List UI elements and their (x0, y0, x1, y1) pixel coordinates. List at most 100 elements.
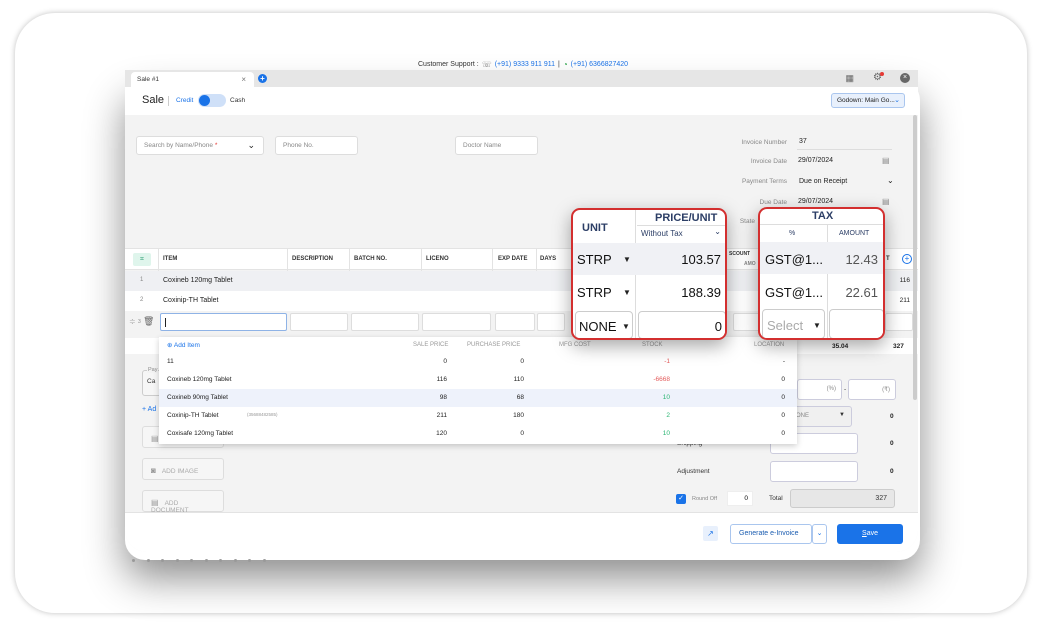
liceno-input[interactable] (422, 313, 491, 331)
calendar-icon[interactable]: ▤ (882, 156, 890, 165)
close-window-icon[interactable]: × (900, 73, 910, 83)
godown-select[interactable]: Godown: Main Go... ⌄ (831, 93, 905, 108)
due-date-value[interactable]: 29/07/2024 (798, 198, 833, 205)
tax-value: 0 (890, 413, 894, 420)
dropdown-item[interactable]: Coxinip-TH Tablet (35688482585) 211 180 2 0 (159, 407, 797, 425)
calculator-icon[interactable]: ▦ (845, 73, 854, 84)
column-divider (349, 249, 350, 271)
settings-gear-icon[interactable]: ⚙ (873, 72, 884, 83)
tab-sale-1[interactable]: Sale #1 × (131, 72, 254, 87)
invoice-number-value[interactable]: 37 (799, 138, 807, 145)
payment-terms-value[interactable]: Due on Receipt (799, 178, 847, 185)
add-column-icon[interactable]: + (902, 254, 912, 264)
close-tab-icon[interactable]: × (241, 75, 246, 84)
add-document-button[interactable]: ▤ ADD DOCUMENT (142, 490, 224, 514)
add-item-link[interactable]: ⊕ Add Item (167, 341, 200, 349)
round-off-checkbox[interactable]: ✓ (676, 494, 686, 504)
total-label: Total (769, 495, 783, 502)
price-value[interactable]: 103.57 (681, 252, 721, 267)
save-button[interactable]: Save (837, 524, 903, 544)
tax-rate-select[interactable]: Select ▼ (762, 309, 825, 338)
unit-value[interactable]: STRP (577, 285, 612, 300)
credit-cash-toggle[interactable] (198, 94, 226, 107)
tax-rate[interactable]: GST@1... (765, 285, 823, 300)
calendar-icon[interactable]: ▤ (882, 197, 890, 206)
add-tab-button[interactable]: + (258, 74, 267, 83)
dropdown-item[interactable]: Coxisafe 120mg Tablet 120 0 10 0 (159, 425, 797, 443)
caret-down-icon: ▼ (623, 255, 631, 264)
rupee-suffix: (₹) (882, 387, 890, 393)
add-image-button[interactable]: ◙ ADD IMAGE (142, 458, 224, 480)
drag-handle-icon[interactable]: ≑ (129, 317, 136, 326)
exp-date-input[interactable] (495, 313, 535, 331)
row-item: Coxinip-TH Tablet (163, 297, 219, 304)
discount-percent-input[interactable]: (%) (797, 379, 842, 400)
row-item: Coxineb 120mg Tablet (163, 277, 233, 284)
customer-search-input[interactable]: Search by Name/Phone * ⌄ (136, 136, 264, 155)
invoice-number-label: Invoice Number (741, 139, 787, 146)
dropdown-item[interactable]: Coxineb 120mg Tablet 116 110 -6668 0 (159, 371, 797, 389)
column-divider (635, 210, 636, 338)
vertical-scrollbar[interactable] (913, 115, 917, 400)
unit-select[interactable]: NONE ▼ (575, 311, 633, 338)
stock-value: 10 (662, 394, 670, 401)
chevron-down-icon: ⌄ (887, 176, 894, 185)
doctor-name-input[interactable]: Doctor Name (455, 136, 538, 155)
add-payment-link[interactable]: + Ad (142, 406, 156, 413)
price-value[interactable]: 188.39 (681, 285, 721, 300)
tax-select[interactable]: ONE ▼ (790, 406, 852, 427)
trend-chart-icon[interactable]: ↗ (703, 526, 718, 541)
barcode-scan-icon[interactable]: ⌗ (133, 253, 151, 266)
batch-input[interactable] (351, 313, 419, 331)
header-discount: SCOUNT (729, 251, 751, 257)
tax-amount-input[interactable] (829, 309, 883, 338)
dropdown-item[interactable]: Coxineb 90mg Tablet 98 68 10 0 (159, 389, 797, 407)
tax-rate[interactable]: GST@1... (765, 252, 823, 267)
tab-label: Sale #1 (137, 76, 160, 83)
item-search-input[interactable] (160, 313, 287, 331)
tax-percent-header: % (789, 230, 796, 237)
discount-amount-input[interactable]: (₹) (848, 379, 896, 400)
payment-type-label: Pay (147, 367, 159, 373)
customer-search-placeholder: Search by Name/Phone (144, 142, 214, 149)
caret-down-icon: ▼ (813, 321, 821, 330)
generate-einvoice-button[interactable]: Generate e-Invoice (730, 524, 812, 544)
unit-header: UNIT (582, 222, 608, 234)
header-divider (168, 96, 169, 106)
delete-row-icon[interactable]: 🗑 (143, 316, 154, 327)
notification-dot (880, 72, 884, 76)
page-title: Sale (142, 94, 165, 106)
column-divider (158, 249, 159, 271)
einvoice-options-chevron[interactable]: ⌄ (812, 524, 827, 544)
invoice-date-value[interactable]: 29/07/2024 (798, 157, 833, 164)
row-number: 3 (138, 319, 141, 325)
godown-value: Godown: Main Go... (837, 97, 895, 104)
tax-amount-header: AMOUNT (839, 230, 870, 237)
required-mark: * (214, 142, 218, 149)
days-input[interactable] (537, 313, 565, 331)
total-value: 327 (790, 489, 895, 508)
price-input[interactable]: 0 (638, 311, 725, 338)
col-mfg-cost: MFG COST (559, 342, 591, 348)
adjustment-value: 0 (890, 468, 894, 475)
round-off-input[interactable]: 0 (727, 491, 753, 506)
purchase-price: 68 (516, 394, 524, 401)
sale-price: 211 (436, 412, 447, 419)
total-tax: 35.04 (832, 343, 849, 350)
invoice-number-underline (797, 149, 892, 150)
unit-value[interactable]: STRP (577, 252, 612, 267)
row-amount: 116 (899, 277, 910, 284)
support-label: Customer Support : (418, 61, 479, 68)
support-whatsapp-link[interactable]: (+91) 6366827420 (571, 61, 628, 68)
price-mode-select[interactable]: Without Tax ⌄ (637, 225, 725, 240)
description-input[interactable] (290, 313, 348, 331)
tax-amount: 12.43 (845, 252, 878, 267)
adjustment-input[interactable] (770, 461, 858, 482)
column-divider (287, 249, 288, 271)
dropdown-item[interactable]: 11 0 0 -1 - (159, 353, 797, 371)
item-name: Coxinip-TH Tablet (167, 412, 219, 419)
amount-input[interactable] (885, 313, 913, 331)
price-value: 0 (714, 319, 722, 334)
phone-input[interactable]: Phone No. (275, 136, 358, 155)
support-phone-link[interactable]: (+91) 9333 911 911 (495, 61, 555, 68)
